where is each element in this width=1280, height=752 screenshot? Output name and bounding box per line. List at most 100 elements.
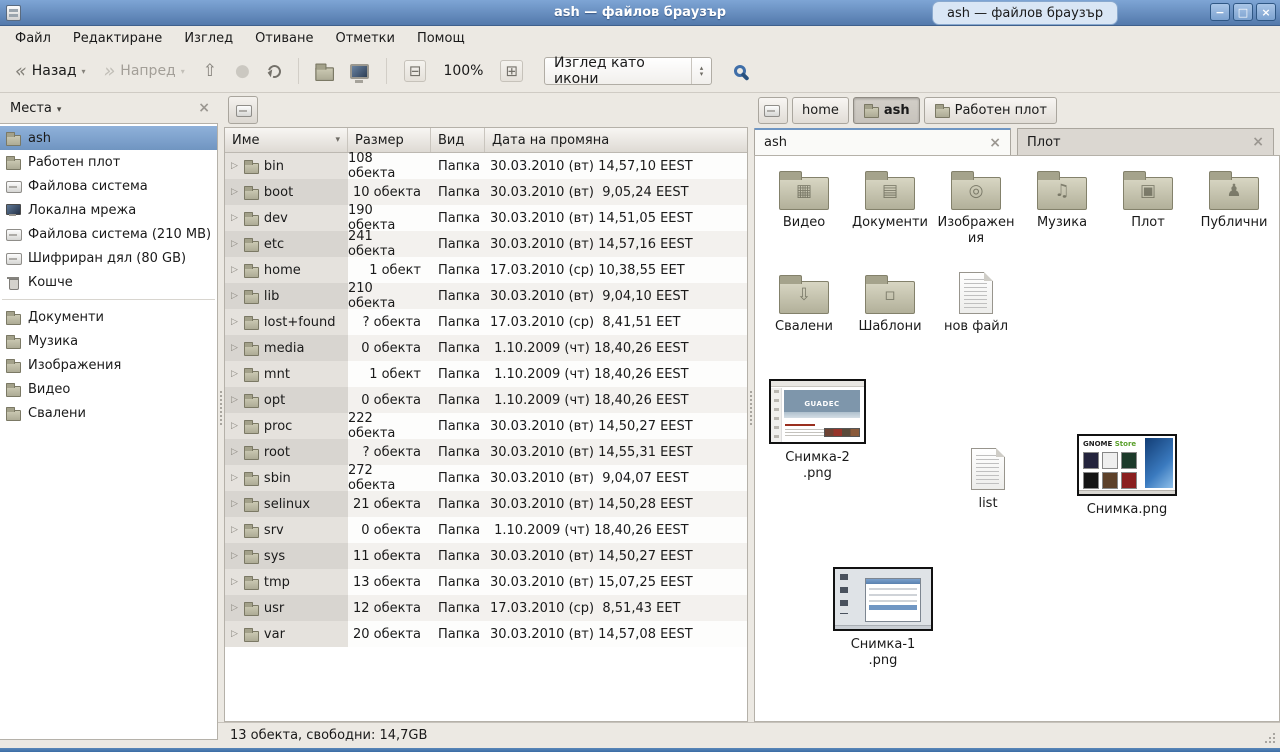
expander-icon[interactable] bbox=[231, 525, 238, 535]
bookmark-item[interactable]: Свалени bbox=[0, 401, 217, 425]
expander-icon[interactable] bbox=[231, 603, 238, 613]
computer-button[interactable] bbox=[343, 59, 376, 84]
table-row[interactable]: home 1 обект Папка 17.03.2010 (ср) 10,38… bbox=[225, 257, 747, 283]
expander-icon[interactable] bbox=[231, 499, 238, 509]
file-snimka-1-png[interactable]: Снимка-1.png bbox=[833, 567, 933, 668]
close-sidebar-icon[interactable] bbox=[198, 100, 210, 116]
file-list[interactable]: list bbox=[961, 448, 1015, 512]
table-row[interactable]: etc 241 обекта Папка 30.03.2010 (вт) 14,… bbox=[225, 231, 747, 257]
menu-item[interactable]: Файл bbox=[4, 28, 62, 49]
expander-icon[interactable] bbox=[231, 369, 238, 379]
maximize-button[interactable] bbox=[1233, 3, 1253, 21]
table-row[interactable]: boot 10 обекта Папка 30.03.2010 (вт) 9,0… bbox=[225, 179, 747, 205]
view-mode-select[interactable]: Изглед като икони bbox=[544, 57, 712, 85]
path-button[interactable] bbox=[758, 97, 788, 124]
expander-icon[interactable] bbox=[231, 551, 238, 561]
icon-view-item[interactable]: ⇩ Свалени bbox=[761, 272, 847, 335]
bookmark-item[interactable]: Музика bbox=[0, 329, 217, 353]
menu-item[interactable]: Редактиране bbox=[62, 28, 173, 49]
table-row[interactable]: bin 108 обекта Папка 30.03.2010 (вт) 14,… bbox=[225, 153, 747, 179]
back-button[interactable]: Назад ▾ bbox=[8, 58, 93, 84]
table-row[interactable]: var 20 обекта Папка 30.03.2010 (вт) 14,5… bbox=[225, 621, 747, 647]
expander-icon[interactable] bbox=[231, 447, 238, 457]
place-item[interactable]: Файлова система bbox=[0, 174, 217, 198]
table-row[interactable]: mnt 1 обект Папка 1.10.2009 (чт) 18,40,2… bbox=[225, 361, 747, 387]
icon-view-item[interactable]: ▫ Шаблони bbox=[847, 272, 933, 335]
expander-icon[interactable] bbox=[231, 473, 238, 483]
table-row[interactable]: root ? обекта Папка 30.03.2010 (вт) 14,5… bbox=[225, 439, 747, 465]
table-row[interactable]: selinux 21 обекта Папка 30.03.2010 (вт) … bbox=[225, 491, 747, 517]
column-header-name[interactable]: Име bbox=[225, 128, 348, 152]
place-item[interactable]: Файлова система (210 MB) bbox=[0, 222, 217, 246]
expander-icon[interactable] bbox=[231, 187, 238, 197]
icon-view-item[interactable]: ♟ Публични bbox=[1191, 168, 1277, 246]
minimize-button[interactable] bbox=[1210, 3, 1230, 21]
chevron-down-icon[interactable] bbox=[57, 101, 62, 116]
close-tab-icon[interactable] bbox=[989, 135, 1001, 151]
table-row[interactable]: dev 190 обекта Папка 30.03.2010 (вт) 14,… bbox=[225, 205, 747, 231]
bookmark-item[interactable]: Документи bbox=[0, 305, 217, 329]
zoom-in-button[interactable] bbox=[493, 55, 530, 87]
menu-item[interactable]: Изглед bbox=[173, 28, 244, 49]
home-button[interactable] bbox=[309, 58, 339, 84]
path-button[interactable]: home bbox=[792, 97, 849, 124]
expander-icon[interactable] bbox=[231, 343, 238, 353]
path-button[interactable]: ash bbox=[853, 97, 920, 124]
icon-view-item[interactable]: ▤ Документи bbox=[847, 168, 933, 246]
forward-button[interactable]: Напред ▾ bbox=[97, 58, 192, 84]
icon-view-item[interactable]: ♫ Музика bbox=[1019, 168, 1105, 246]
icon-view-item[interactable]: нов файл bbox=[933, 272, 1019, 335]
search-button[interactable] bbox=[728, 59, 752, 83]
expander-icon[interactable] bbox=[231, 161, 238, 171]
table-row[interactable]: sbin 272 обекта Папка 30.03.2010 (вт) 9,… bbox=[225, 465, 747, 491]
place-item[interactable]: Шифриран дял (80 GB) bbox=[0, 246, 217, 270]
bookmark-item[interactable]: Изображения bbox=[0, 353, 217, 377]
table-row[interactable]: lost+found ? обекта Папка 17.03.2010 (ср… bbox=[225, 309, 747, 335]
filesystem-root-button[interactable] bbox=[228, 96, 258, 124]
column-header-size[interactable]: Размер bbox=[348, 128, 431, 152]
place-item[interactable]: Работен плот bbox=[0, 150, 217, 174]
table-row[interactable]: opt 0 обекта Папка 1.10.2009 (чт) 18,40,… bbox=[225, 387, 747, 413]
expander-icon[interactable] bbox=[231, 577, 238, 587]
menu-item[interactable]: Отметки bbox=[324, 28, 405, 49]
place-item[interactable]: Локална мрежа bbox=[0, 198, 217, 222]
expander-icon[interactable] bbox=[231, 317, 238, 327]
table-row[interactable]: srv 0 обекта Папка 1.10.2009 (чт) 18,40,… bbox=[225, 517, 747, 543]
spinner-arrows-icon[interactable] bbox=[691, 58, 711, 84]
close-tab-icon[interactable] bbox=[1252, 134, 1264, 150]
expander-icon[interactable] bbox=[231, 239, 238, 249]
up-button[interactable] bbox=[196, 56, 224, 86]
icon-view-item[interactable]: ▣ Плот bbox=[1105, 168, 1191, 246]
tab[interactable]: Плот bbox=[1017, 128, 1274, 155]
tab[interactable]: ash bbox=[754, 128, 1011, 155]
path-button[interactable]: Работен плот bbox=[924, 97, 1057, 124]
column-header-type[interactable]: Вид bbox=[431, 128, 485, 152]
icon-view-item[interactable]: ◎ Изображения bbox=[933, 168, 1019, 246]
column-header-date[interactable]: Дата на промяна bbox=[485, 128, 747, 152]
expander-icon[interactable] bbox=[231, 291, 238, 301]
file-snimka-png[interactable]: GNOME Store Снимка.png bbox=[1077, 434, 1177, 518]
expander-icon[interactable] bbox=[231, 395, 238, 405]
menu-item[interactable]: Отиване bbox=[244, 28, 324, 49]
table-row[interactable]: lib 210 обекта Папка 30.03.2010 (вт) 9,0… bbox=[225, 283, 747, 309]
close-button[interactable] bbox=[1256, 3, 1276, 21]
expander-icon[interactable] bbox=[231, 421, 238, 431]
zoom-out-button[interactable] bbox=[397, 55, 434, 87]
expander-icon[interactable] bbox=[231, 629, 238, 639]
expander-icon[interactable] bbox=[231, 265, 238, 275]
place-item[interactable]: ash bbox=[0, 126, 217, 150]
place-item[interactable]: Кошче bbox=[0, 270, 217, 294]
table-row[interactable]: tmp 13 обекта Папка 30.03.2010 (вт) 15,0… bbox=[225, 569, 747, 595]
file-snimka-2-png[interactable]: GUADEC Снимка-2.png bbox=[769, 379, 866, 481]
table-row[interactable]: sys 11 обекта Папка 30.03.2010 (вт) 14,5… bbox=[225, 543, 747, 569]
table-row[interactable]: proc 222 обекта Папка 30.03.2010 (вт) 14… bbox=[225, 413, 747, 439]
resize-grip[interactable] bbox=[1262, 730, 1276, 744]
expander-icon[interactable] bbox=[231, 213, 238, 223]
table-row[interactable]: usr 12 обекта Папка 17.03.2010 (ср) 8,51… bbox=[225, 595, 747, 621]
menu-item[interactable]: Помощ bbox=[406, 28, 476, 49]
icon-view-item[interactable]: ▦ Видео bbox=[761, 168, 847, 246]
chevron-down-icon[interactable]: ▾ bbox=[82, 67, 86, 76]
bookmark-item[interactable]: Видео bbox=[0, 377, 217, 401]
reload-button[interactable] bbox=[261, 60, 288, 83]
table-row[interactable]: media 0 обекта Папка 1.10.2009 (чт) 18,4… bbox=[225, 335, 747, 361]
